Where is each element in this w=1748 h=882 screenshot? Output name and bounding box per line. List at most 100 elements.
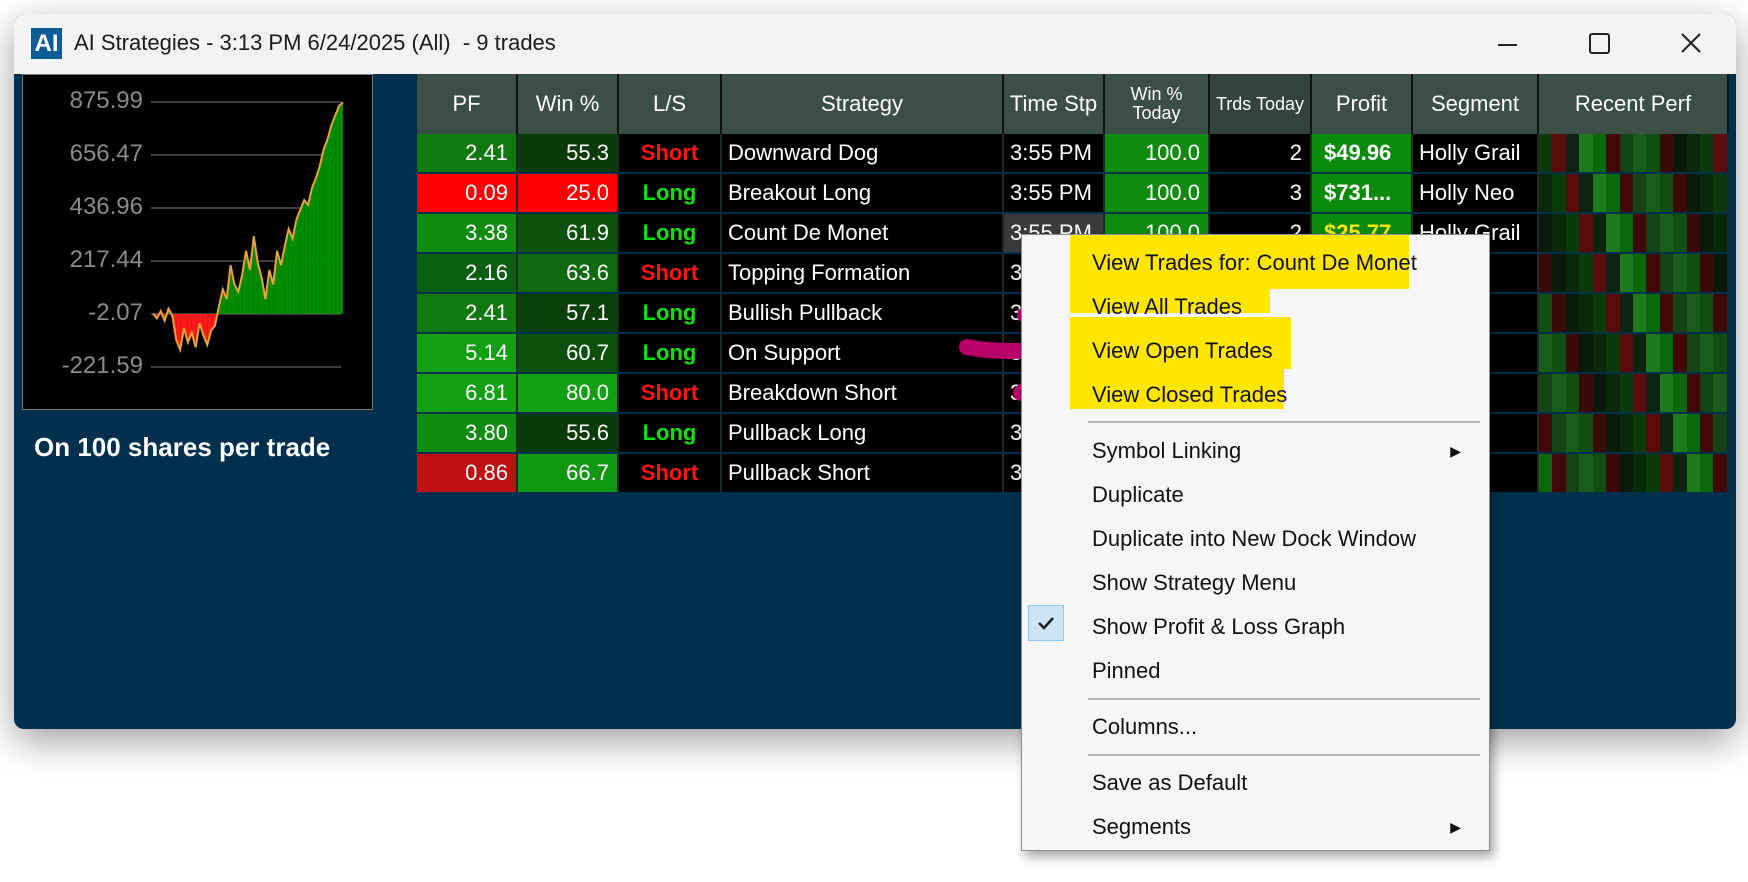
header-recent-perf[interactable]: Recent Perf xyxy=(1539,74,1729,134)
long-short-cell: Long xyxy=(619,334,722,372)
header-pf[interactable]: PF xyxy=(417,74,518,134)
menu-item-segments[interactable]: Segments xyxy=(1092,814,1191,840)
time-stop-cell: 3:55 PM xyxy=(1004,134,1105,172)
long-short-cell: Short xyxy=(619,374,722,412)
pf-cell: 2.41 xyxy=(417,134,518,172)
menu-item-symbol-linking[interactable]: Symbol Linking xyxy=(1092,438,1241,464)
strategy-cell: Count De Monet xyxy=(722,214,1004,252)
area-segment xyxy=(319,149,324,314)
recent-perf-heatmap xyxy=(1539,454,1729,492)
menu-item-save-as-default[interactable]: Save as Default xyxy=(1092,770,1247,796)
minimize-icon[interactable] xyxy=(1487,28,1527,60)
long-short-cell: Long xyxy=(619,214,722,252)
recent-perf-heatmap xyxy=(1539,334,1729,372)
win-pct-cell: 57.1 xyxy=(518,294,619,332)
context-menu: View Trades for: Count De Monet View All… xyxy=(1021,234,1490,851)
menu-separator xyxy=(1088,421,1480,423)
area-segment xyxy=(304,200,309,314)
pf-cell: 5.14 xyxy=(417,334,518,372)
long-short-cell: Long xyxy=(619,294,722,332)
segment-cell: Holly Neo xyxy=(1413,174,1539,212)
recent-perf-heatmap xyxy=(1539,214,1729,252)
profit-cell: $731... xyxy=(1312,174,1413,212)
win-pct-cell: 55.3 xyxy=(518,134,619,172)
pf-cell: 0.86 xyxy=(417,454,518,492)
time-stop-cell: 3:55 PM xyxy=(1004,174,1105,212)
area-segment xyxy=(331,115,336,314)
submenu-arrow-icon: ▶ xyxy=(1450,819,1461,835)
menu-item-columns[interactable]: Columns... xyxy=(1092,714,1197,740)
menu-item-show-pl-graph[interactable]: Show Profit & Loss Graph xyxy=(1092,614,1345,640)
header-time-stop[interactable]: Time Stp xyxy=(1004,74,1105,134)
area-segment xyxy=(323,139,328,314)
menu-item-view-trades-for[interactable]: View Trades for: Count De Monet xyxy=(1092,250,1417,276)
header-win-pct[interactable]: Win % xyxy=(518,74,619,134)
menu-item-view-closed-trades[interactable]: View Closed Trades xyxy=(1092,382,1287,408)
trades-today-cell: 2 xyxy=(1210,134,1312,172)
menu-item-duplicate[interactable]: Duplicate xyxy=(1092,482,1184,508)
profit-cell: $49.96 xyxy=(1312,134,1413,172)
menu-item-show-strategy-menu[interactable]: Show Strategy Menu xyxy=(1092,570,1296,596)
close-icon[interactable] xyxy=(1671,28,1711,60)
win-pct-cell: 63.6 xyxy=(518,254,619,292)
area-segment xyxy=(288,228,293,314)
window-title: AI Strategies - 3:13 PM 6/24/2025 (All) … xyxy=(74,30,556,55)
win-today-cell: 100.0 xyxy=(1105,174,1210,212)
pf-cell: 2.41 xyxy=(417,294,518,332)
header-segment[interactable]: Segment xyxy=(1413,74,1539,134)
win-pct-cell: 25.0 xyxy=(518,174,619,212)
menu-item-duplicate-dock[interactable]: Duplicate into New Dock Window xyxy=(1092,526,1416,552)
win-pct-cell: 80.0 xyxy=(518,374,619,412)
title-bar[interactable]: AI AI Strategies - 3:13 PM 6/24/2025 (Al… xyxy=(14,14,1736,74)
recent-perf-heatmap xyxy=(1539,134,1729,172)
header-long-short[interactable]: L/S xyxy=(619,74,722,134)
segment-cell: Holly Grail xyxy=(1413,134,1539,172)
pf-cell: 2.16 xyxy=(417,254,518,292)
pl-plot-area xyxy=(151,101,344,368)
recent-perf-heatmap xyxy=(1539,174,1729,212)
area-segment xyxy=(311,178,316,314)
long-short-cell: Long xyxy=(619,414,722,452)
menu-item-view-all-trades[interactable]: View All Trades xyxy=(1092,294,1242,320)
area-segment xyxy=(335,105,340,314)
win-pct-cell: 66.7 xyxy=(518,454,619,492)
pf-cell: 6.81 xyxy=(417,374,518,412)
app-icon: AI xyxy=(31,28,62,59)
header-win-today[interactable]: Win % Today xyxy=(1105,74,1210,134)
menu-item-view-open-trades[interactable]: View Open Trades xyxy=(1092,338,1273,364)
strategy-cell: Breakout Long xyxy=(722,174,1004,212)
header-strategy[interactable]: Strategy xyxy=(722,74,1004,134)
profit-loss-chart: 875.99 656.47 436.96 217.44 -2.07 -221.5… xyxy=(22,74,373,410)
maximize-icon[interactable] xyxy=(1579,28,1619,60)
area-segment xyxy=(300,200,305,314)
trades-today-cell: 3 xyxy=(1210,174,1312,212)
recent-perf-heatmap xyxy=(1539,414,1729,452)
pf-cell: 0.09 xyxy=(417,174,518,212)
strategy-cell: Pullback Short xyxy=(722,454,1004,492)
long-short-cell: Long xyxy=(619,174,722,212)
recent-perf-heatmap xyxy=(1539,374,1729,412)
strategy-cell: Downward Dog xyxy=(722,134,1004,172)
area-segment xyxy=(339,102,343,314)
shares-note: On 100 shares per trade xyxy=(34,432,331,462)
win-pct-cell: 61.9 xyxy=(518,214,619,252)
recent-perf-heatmap xyxy=(1539,294,1729,332)
menu-item-pinned[interactable]: Pinned xyxy=(1092,658,1161,684)
long-short-cell: Short xyxy=(619,134,722,172)
submenu-arrow-icon: ▶ xyxy=(1450,443,1461,459)
long-short-cell: Short xyxy=(619,254,722,292)
header-profit[interactable]: Profit xyxy=(1312,74,1413,134)
win-pct-cell: 55.6 xyxy=(518,414,619,452)
strategy-cell: Topping Formation xyxy=(722,254,1004,292)
win-pct-cell: 60.7 xyxy=(518,334,619,372)
checkmark-icon xyxy=(1028,605,1064,641)
area-segment xyxy=(308,187,312,314)
menu-separator xyxy=(1088,698,1480,700)
pf-cell: 3.38 xyxy=(417,214,518,252)
area-segment xyxy=(327,125,332,314)
pf-cell: 3.80 xyxy=(417,414,518,452)
header-trades-today[interactable]: Trds Today xyxy=(1210,74,1312,134)
menu-separator xyxy=(1088,754,1480,756)
area-segment xyxy=(296,209,301,314)
win-today-cell: 100.0 xyxy=(1105,134,1210,172)
